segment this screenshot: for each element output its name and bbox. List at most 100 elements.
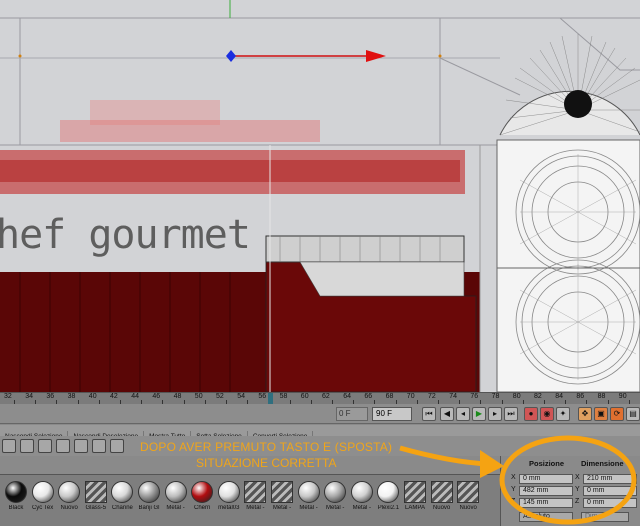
go-to-end-icon[interactable]: ⏭ <box>504 407 518 421</box>
material-preview-icon <box>377 481 400 503</box>
axis-label: Y <box>511 486 516 493</box>
material-swatch[interactable]: Nuovo <box>57 481 81 521</box>
posizione-header: Posizione <box>529 459 565 468</box>
animation-transport-bar: 0 F 90 F ⏮ ◀ ◂ ▶ ▸ ⏭ ● ◉ ✦ ✥ ▣ ⟳ ▤ <box>0 404 640 424</box>
timeline-tick-label: 46 <box>152 393 161 400</box>
timeline-tick-label: 70 <box>406 393 415 400</box>
hierarchy-icon[interactable] <box>20 439 34 453</box>
axis-label: X <box>511 474 516 481</box>
axis-label: Y <box>575 486 580 493</box>
material-swatch[interactable]: Channe <box>110 481 134 521</box>
size-y-field[interactable]: 0 mm <box>583 486 637 496</box>
logo-text-chef-gourmet: hef gourmet <box>0 212 251 258</box>
size-z-field[interactable]: 0 mm <box>583 498 637 508</box>
timeline-tick-label: 66 <box>364 393 373 400</box>
material-preview-icon <box>244 481 267 503</box>
position-y-field[interactable]: 482 mm <box>519 486 573 496</box>
material-swatch[interactable]: Metal - <box>350 481 374 521</box>
material-swatch[interactable]: Glass-5 <box>84 481 108 521</box>
timeline-tick-label: 80 <box>512 393 521 400</box>
timeline-tick-label: 58 <box>279 393 288 400</box>
go-to-start-icon[interactable]: ⏮ <box>422 407 436 421</box>
size-x-field[interactable]: 210 mm <box>583 474 637 484</box>
3d-viewport[interactable]: hef gourmet <box>0 0 640 392</box>
material-preview-icon <box>111 481 134 503</box>
layer-icon[interactable] <box>38 439 52 453</box>
rotate-key-icon[interactable]: ⟳ <box>610 407 624 421</box>
timeline-tick-label: 82 <box>534 393 542 400</box>
material-preview-icon <box>430 481 453 503</box>
material-swatch[interactable]: Chern <box>190 481 214 521</box>
material-swatch[interactable]: Metal - <box>323 481 347 521</box>
timeline-tick-label: 86 <box>576 393 585 400</box>
timeline-tick-label: 42 <box>110 393 118 400</box>
material-swatch[interactable]: Banji Gl <box>137 481 161 521</box>
material-label: Metal - <box>326 505 345 511</box>
size-mode-dropdown[interactable]: Dim. <box>581 512 629 522</box>
material-preview-icon <box>297 481 320 503</box>
play-icon[interactable]: ▶ <box>472 407 486 421</box>
material-label: Channe <box>111 505 133 511</box>
record-icon[interactable]: ● <box>524 407 538 421</box>
autokey-icon[interactable]: ◉ <box>540 407 554 421</box>
material-swatch[interactable]: Metal - <box>297 481 321 521</box>
material-swatch[interactable]: LAMPA <box>403 481 427 521</box>
coordinates-manager: Posizione Dimensione X 0 mm X 210 mm Y 4… <box>500 456 640 526</box>
material-preview-icon <box>84 481 107 503</box>
material-label: Metal - <box>352 505 371 511</box>
scale-key-icon[interactable]: ▣ <box>594 407 608 421</box>
keyframe-selection-icon[interactable]: ✦ <box>556 407 570 421</box>
material-swatch[interactable]: Cyc Tex <box>31 481 55 521</box>
material-swatch[interactable]: Plexi2.1 <box>376 481 400 521</box>
material-preview-icon <box>457 481 480 503</box>
material-swatch[interactable]: Metal - <box>243 481 267 521</box>
move-key-icon[interactable]: ✥ <box>578 407 592 421</box>
axis-label: Z <box>575 498 580 505</box>
material-label: Nuovo <box>60 505 78 511</box>
material-label: Black <box>8 505 24 511</box>
axis-label: Z <box>511 498 516 505</box>
material-label: Plexi2.1 <box>377 505 400 511</box>
param-key-icon[interactable]: ▤ <box>626 407 640 421</box>
timeline-tick-label: 50 <box>194 393 203 400</box>
timeline-ruler[interactable]: 32 34 36 38 40 42 44 46 48 50 52 54 56 58 60 62 64 66 68 70… <box>0 392 640 405</box>
position-x-field[interactable]: 0 mm <box>519 474 573 484</box>
material-label: metal03 <box>218 505 240 511</box>
viewport-scene <box>0 0 640 392</box>
timeline-tick-label: 34 <box>25 393 33 400</box>
search-icon[interactable] <box>2 439 16 453</box>
material-label: Metal - <box>166 505 185 511</box>
grid-icon[interactable] <box>92 439 106 453</box>
prev-key-icon[interactable]: ◀ <box>440 407 454 421</box>
next-frame-icon[interactable]: ▸ <box>488 407 502 421</box>
timeline-tick-label: 76 <box>470 393 479 400</box>
material-swatch[interactable]: Nuovo <box>456 481 480 521</box>
material-label: Metal - <box>272 505 292 511</box>
material-preview-icon <box>324 481 347 503</box>
material-swatch[interactable]: Metal - <box>164 481 188 521</box>
prev-frame-icon[interactable]: ◂ <box>456 407 470 421</box>
timeline-tick-label: 62 <box>322 393 330 400</box>
material-label: Glass-5 <box>85 505 107 511</box>
timeline-tick-label: 36 <box>46 393 55 400</box>
position-z-field[interactable]: 145 mm <box>519 498 573 508</box>
timeline-tick-label: 60 <box>300 393 309 400</box>
selection-menu-bar: Nascondi SelezioneNascondi DeselezioneMo… <box>0 425 640 442</box>
material-manager: Black Cyc Tex Nuovo Glass-5 Channe Banji Gl Me… <box>0 474 500 526</box>
material-swatch[interactable]: Black <box>4 481 28 521</box>
material-swatch[interactable]: Nuovo <box>430 481 454 521</box>
timeline-tick-label: 32 <box>4 393 12 400</box>
material-preview-icon <box>138 481 160 503</box>
list-icon[interactable] <box>110 439 124 453</box>
material-label: Nuovo <box>432 505 451 511</box>
filter-icon[interactable] <box>56 439 70 453</box>
timeline-tick-label: 56 <box>258 393 267 400</box>
material-swatch[interactable]: Metal - <box>270 481 294 521</box>
timeline-tick-label: 88 <box>597 393 606 400</box>
coordinate-mode-dropdown[interactable]: Assoluto <box>519 512 573 522</box>
tag-icon[interactable] <box>74 439 88 453</box>
frame-start-field[interactable]: 0 F <box>336 407 368 421</box>
material-swatch[interactable]: metal03 <box>217 481 241 521</box>
frame-end-field[interactable]: 90 F <box>372 407 412 421</box>
timeline-tick-label: 52 <box>216 393 224 400</box>
